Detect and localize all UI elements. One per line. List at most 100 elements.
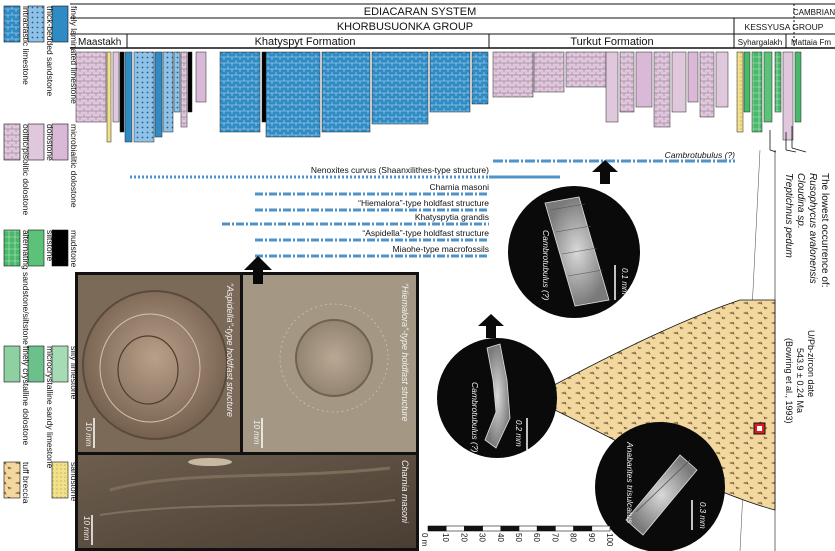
legend-label-mudstone: mudstone	[69, 230, 79, 268]
metric-scale-bar: 0 m 10 20 30 40 50 60 70 80 90 100	[420, 525, 614, 547]
scale-tick-label: 10	[441, 533, 450, 542]
legend-swatch-finely-crystalline	[3, 345, 21, 383]
column-bed	[106, 51, 112, 143]
scale-segment	[464, 525, 483, 532]
column-bed	[671, 51, 687, 113]
column-bed	[133, 51, 155, 143]
lithology-legend: intraclastic limestone thick-bedded sand…	[3, 5, 79, 504]
column-bed	[653, 51, 671, 128]
column-bed	[471, 51, 489, 105]
header-chart: EDIACARAN SYSTEM CAMBRIAN KHORBUSUONKA G…	[70, 3, 835, 49]
column-bed	[782, 51, 794, 141]
column-bed	[265, 51, 321, 138]
legend-label-microbialitic: microbialitic dolostone	[69, 124, 79, 208]
column-bed	[565, 51, 607, 88]
column-bed	[154, 51, 163, 138]
scale-segment	[518, 525, 538, 532]
scale-tick-label: 70	[550, 533, 559, 542]
range-label-khatyspytia: Khatyspytia grandis	[415, 212, 489, 222]
formation-syhargalakh: Syhargalakh	[738, 38, 782, 47]
column-bed	[774, 51, 782, 113]
sem-scale-2: 0.2 mm	[514, 420, 523, 447]
legend-swatch-alternating	[3, 229, 21, 267]
sem-image-3: Anabarites trisulcatus 0.3 mm	[595, 422, 725, 551]
column-bed	[635, 51, 653, 108]
lowest-occurrence-treptichnus: Treptichnus pedum	[783, 173, 794, 258]
arrow-icon-sem-1	[592, 160, 618, 184]
column-bed	[492, 51, 534, 98]
fossil-ranges: Cambrotubulus (?) Nenoxites curvus (Shaa…	[130, 150, 736, 258]
column-bed	[743, 51, 751, 113]
column-bed	[699, 51, 715, 118]
scale-segment	[536, 525, 556, 532]
group2-label: KESSYUSA GROUP	[745, 22, 824, 32]
scale-segment	[573, 525, 593, 532]
column-bed	[751, 51, 763, 133]
sem-scale-1: 0.1 mm	[620, 268, 629, 295]
column-bed	[763, 51, 773, 123]
column-bed	[162, 51, 174, 133]
legend-label-intraclastic: intraclastic limestone	[21, 6, 31, 85]
system2-label: CAMBRIAN	[793, 8, 835, 17]
column-bed	[195, 51, 207, 103]
scale-segment	[482, 525, 502, 532]
legend-label-siltstone: siltstone	[45, 230, 55, 261]
range-label-hiemalora: “Hiemalora”-type holdfast structure	[358, 198, 489, 208]
legend-label-microcrystalline: microcrystalline sandy limestone	[45, 346, 55, 469]
legend-label-laminated: finely laminated limestone	[69, 6, 79, 104]
sem-label-3: Anabarites trisulcatus	[625, 441, 635, 524]
scale-tick-label: 60	[532, 533, 541, 542]
zircon-line-3: (Bowring et al., 1993)	[784, 338, 794, 424]
formation-mattaia: Mattaia Fm	[791, 38, 831, 47]
legend-label-finely-crystalline: finely crystalline dolostone	[21, 346, 31, 445]
photo-label-aspidella: “Aspidella”-type holdfast structure	[225, 283, 235, 417]
column-bed	[605, 51, 619, 123]
range-label-nenoxites: Nenoxites curvus (Shaanxilithes-type str…	[311, 165, 489, 175]
system-label: EDIACARAN SYSTEM	[364, 6, 476, 18]
arrow-icon-sem-2	[478, 314, 504, 338]
zircon-line-2: 543.9 ± 0.24 Ma	[795, 348, 805, 413]
scale-tick-label: 20	[459, 533, 468, 542]
scale-segment	[445, 525, 465, 532]
lowest-occurrence-cloudina: Cloudina sp.	[795, 173, 806, 229]
formation-maastakh: Maastakh	[78, 37, 121, 48]
column-bed	[112, 51, 120, 123]
column-bed	[619, 51, 635, 113]
photo-scale-hiemalora: 10 mm	[252, 420, 261, 445]
legend-label-tuff: tuff breccia	[21, 462, 31, 504]
scale-tick-label: 30	[478, 533, 487, 542]
column-bed	[187, 51, 193, 113]
column-bed	[794, 51, 802, 123]
legend-label-alternating: alternating sandstone/siltstone	[21, 230, 31, 345]
scale-segment	[555, 525, 574, 532]
scale-segment	[427, 525, 447, 532]
scale-tick-label: 100	[605, 533, 614, 547]
column-bed	[173, 51, 181, 113]
sem-label-2: Cambrotubulus (?)	[470, 382, 480, 453]
stratigraphic-column	[75, 51, 802, 143]
legend-label-dolostone: dolostone	[45, 124, 55, 161]
scale-tick-label: 40	[496, 533, 505, 542]
photo-label-charnia: Charnia masoni	[400, 460, 410, 524]
scale-tick-label: 80	[569, 533, 578, 542]
column-bed	[119, 51, 125, 133]
column-bed	[261, 51, 267, 123]
range-label-aspidella: “Aspidella”-type holdfast structure	[362, 228, 489, 238]
range-label-cambrotubulus: Cambrotubulus (?)	[665, 150, 736, 160]
column-bed	[736, 51, 744, 133]
photo-label-hiemalora: “Hiemalora”-type holdfast structure	[400, 283, 410, 422]
sem-image-2: Cambrotubulus (?) 0.2 mm	[437, 314, 557, 458]
column-bed	[180, 51, 188, 128]
column-bed	[124, 51, 133, 143]
legend-swatch-intraclastic	[3, 5, 21, 43]
lowest-occurrence-title: The lowest occurrence of:	[819, 173, 830, 288]
scale-segment	[500, 525, 520, 532]
sem-label-1: Cambrotubulus (?)	[541, 230, 551, 301]
scale-tick-label: 90	[587, 533, 596, 542]
sem-image-1: Cambrotubulus (?) 0.1 mm	[508, 160, 640, 318]
legend-swatch-oolitic	[3, 123, 21, 161]
scale-segment	[591, 525, 611, 532]
group1-label: KHORBUSUONKA GROUP	[337, 21, 473, 33]
range-label-miaohe: Miaohe-type macrofossils	[393, 244, 489, 254]
zircon-line-1: U/Pb-zircon date	[806, 330, 816, 397]
